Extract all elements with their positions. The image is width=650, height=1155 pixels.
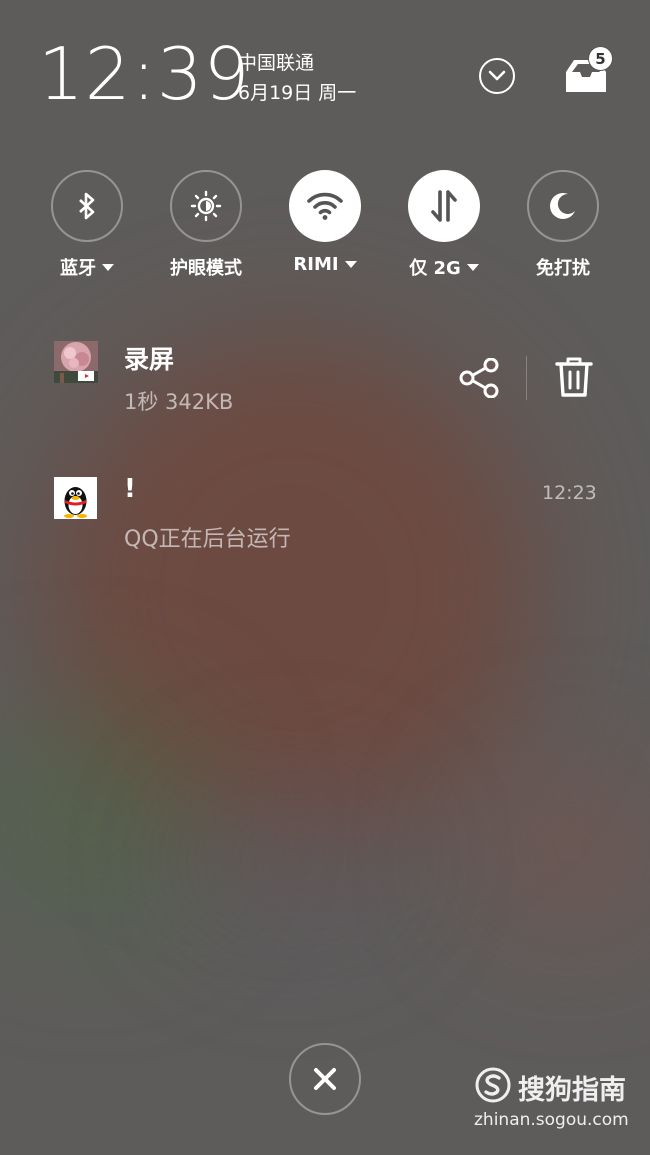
wifi-toggle[interactable] (289, 170, 361, 242)
notification-count-badge: 5 (588, 46, 613, 71)
clear-all-button[interactable] (289, 1043, 361, 1115)
qq-penguin-icon (64, 487, 87, 518)
close-icon (314, 1068, 336, 1090)
tile-bluetooth[interactable]: 蓝牙 (27, 170, 147, 280)
bluetooth-toggle[interactable] (51, 170, 123, 242)
sogou-logo-icon (475, 1067, 511, 1103)
tile-do-not-disturb[interactable]: 免打扰 (503, 170, 623, 280)
date-text: 6月19日 周一 (238, 82, 357, 104)
notification-title: 录屏 (124, 345, 175, 374)
action-divider (526, 356, 527, 400)
mobile-data-icon (431, 190, 457, 222)
tile-label-do-not-disturb: 免打扰 (536, 258, 590, 279)
tile-mobile-data[interactable]: 仅 2G (384, 170, 504, 280)
notification-time: 12:23 (542, 482, 597, 504)
carrier-date: 中国联通 6月19日 周一 (238, 48, 356, 108)
eye-care-toggle[interactable] (170, 170, 242, 242)
watermark-name: 搜狗指南 (518, 1075, 626, 1106)
mobile-data-toggle[interactable] (408, 170, 480, 242)
tile-label-eye-care: 护眼模式 (170, 258, 242, 279)
caret-down-icon (102, 263, 114, 271)
tile-label-mobile-data: 仅 2G (409, 254, 479, 280)
tile-label-wifi: RIMI (293, 254, 357, 275)
notification-subtitle: 1秒 342KB (124, 390, 234, 414)
screen-recording-thumbnail[interactable] (54, 341, 98, 383)
caret-down-icon (344, 261, 357, 268)
moon-icon (550, 193, 575, 219)
caret-down-icon (466, 263, 479, 271)
tile-wifi[interactable]: RIMI (265, 170, 385, 275)
share-icon[interactable] (458, 358, 500, 398)
notification-subtitle: QQ正在后台运行 (124, 527, 291, 552)
trash-icon[interactable] (555, 356, 593, 398)
chevron-down-icon (488, 70, 506, 81)
notification-title: ! (124, 474, 136, 504)
expand-button[interactable] (479, 58, 515, 94)
do-not-disturb-toggle[interactable] (527, 170, 599, 242)
eye-care-icon (190, 190, 222, 222)
clock: 12:39 (38, 32, 251, 116)
tile-label-bluetooth: 蓝牙 (60, 254, 114, 280)
watermark-url: zhinan.sogou.com (474, 1110, 629, 1130)
bluetooth-icon (79, 192, 95, 220)
tile-eye-care[interactable]: 护眼模式 (146, 170, 266, 280)
qq-app-icon[interactable] (54, 477, 97, 519)
wifi-icon (307, 192, 343, 220)
carrier-name: 中国联通 (238, 52, 315, 74)
